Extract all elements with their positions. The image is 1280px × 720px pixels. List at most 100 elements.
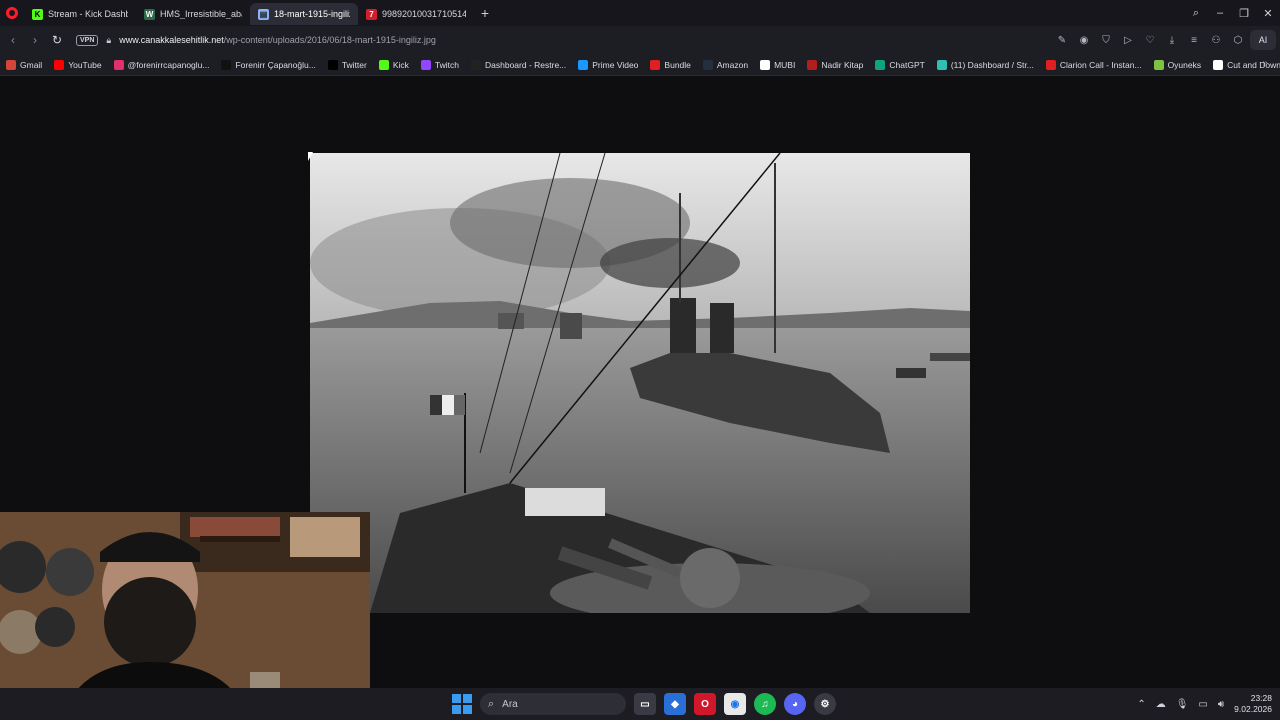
browser-window: K Stream - Kick Dashboard W HMS_Irresist… bbox=[0, 0, 1280, 720]
bookmark-item[interactable]: Amazon bbox=[702, 59, 749, 70]
bookmark-favicon-icon bbox=[113, 59, 124, 70]
clock-time: 23:28 bbox=[1250, 693, 1272, 703]
bookmark-item[interactable]: Forenirr Çapanoğlu... bbox=[221, 59, 316, 70]
bookmark-label: Amazon bbox=[716, 59, 749, 70]
bookmark-favicon-icon bbox=[6, 59, 16, 70]
bookmark-item[interactable]: ChatGPT bbox=[875, 59, 925, 70]
bookmark-label: Clarion Call - Instan... bbox=[1059, 59, 1142, 70]
bookmark-label: Cut and Download... bbox=[1227, 59, 1280, 70]
menu-icon[interactable]: ≡ bbox=[1184, 35, 1204, 46]
display-icon[interactable]: ▭ bbox=[1198, 699, 1207, 710]
bookmark-item[interactable]: Dashboard - Restre... bbox=[471, 59, 567, 70]
windows-taskbar: ⌕ Ara ▭ ◆ O ◉ ♫ ◕ ⚙ ⌃ ☁ 🎙︎ ▭ 🔊︎ 23:28 9.… bbox=[0, 688, 1280, 720]
bookmark-favicon-icon bbox=[875, 59, 886, 70]
bookmark-label: Prime Video bbox=[592, 59, 639, 70]
bookmark-favicon-icon bbox=[578, 59, 589, 70]
bookmark-item[interactable]: Cut and Download... bbox=[1213, 59, 1280, 70]
mouse-cursor-icon bbox=[308, 152, 313, 161]
new-tab-button[interactable]: + bbox=[474, 2, 496, 24]
windows-start-icon[interactable] bbox=[452, 694, 472, 714]
task-view-icon[interactable]: ▭ bbox=[634, 693, 656, 715]
bookmark-label: Forenirr Çapanoğlu... bbox=[235, 59, 316, 70]
url-field[interactable]: www.canakkalesehitlik.net/wp-content/upl… bbox=[119, 35, 436, 45]
tab-title: HMS_Irresistible_abando bbox=[160, 9, 242, 19]
bookmark-favicon-icon bbox=[1045, 59, 1056, 70]
tab-hms-irresistible[interactable]: W HMS_Irresistible_abando bbox=[136, 3, 250, 25]
play-icon[interactable]: ▷ bbox=[1118, 35, 1138, 46]
tab-image-active[interactable]: ▤ 18-mart-1915-ingiliz.jpg bbox=[250, 3, 358, 25]
spotify-icon[interactable]: ♫ bbox=[754, 693, 776, 715]
bookmark-favicon-icon bbox=[650, 59, 661, 70]
taskbar-search[interactable]: ⌕ Ara bbox=[480, 693, 626, 715]
bookmark-favicon-icon bbox=[760, 59, 771, 70]
shield-icon[interactable]: ⛉ bbox=[1096, 35, 1116, 46]
system-tray: ⌃ ☁ 🎙︎ ▭ 🔊︎ 23:28 9.02.2026 bbox=[1137, 688, 1272, 720]
tab-site-7[interactable]: 7 99892010031710514135 bbox=[358, 3, 474, 25]
bookmark-item[interactable]: Gmail bbox=[6, 59, 42, 70]
bookmark-item[interactable]: Clarion Call - Instan... bbox=[1045, 59, 1142, 70]
search-tabs-icon[interactable]: ⌕ bbox=[1184, 7, 1208, 20]
bookmark-item[interactable]: @forenirrcapanoglu... bbox=[113, 59, 210, 70]
minimize-button[interactable]: – bbox=[1208, 7, 1232, 19]
clock[interactable]: 23:28 9.02.2026 bbox=[1234, 693, 1272, 715]
forward-button[interactable]: › bbox=[24, 33, 46, 47]
vpn-badge[interactable]: VPN bbox=[76, 34, 99, 46]
bookmark-label: Oyuneks bbox=[1167, 59, 1202, 70]
bookmark-item[interactable]: MUBI bbox=[760, 59, 796, 70]
bookmark-label: ChatGPT bbox=[889, 59, 925, 70]
bookmark-item[interactable]: Oyuneks bbox=[1153, 59, 1202, 70]
bookmark-item[interactable]: Nadir Kitap bbox=[807, 59, 863, 70]
bookmark-favicon-icon bbox=[936, 59, 947, 70]
back-button[interactable]: ‹ bbox=[2, 33, 24, 47]
taskbar-apps: ⌕ Ara ▭ ◆ O ◉ ♫ ◕ ⚙ bbox=[452, 688, 836, 720]
bookmark-item[interactable]: YouTube bbox=[54, 59, 102, 70]
bookmark-list: Gmail YouTube @forenirrcapanoglu... Forenir… bbox=[6, 59, 1280, 70]
edit-icon[interactable]: ✎ bbox=[1052, 35, 1072, 46]
bookmarks-more-icon[interactable]: » bbox=[1262, 58, 1268, 69]
bookmark-label: Twitter bbox=[341, 59, 367, 70]
reload-button[interactable]: ↻ bbox=[46, 33, 68, 47]
opera-logo-icon[interactable] bbox=[0, 0, 24, 26]
microphone-icon[interactable]: 🎙︎ bbox=[1176, 699, 1189, 710]
opera-gx-icon[interactable]: O bbox=[694, 693, 716, 715]
address-bar: ‹ › ↻ VPN 🔒︎ www.canakkalesehitlik.net/w… bbox=[0, 26, 1280, 54]
download-icon[interactable]: ⤓ bbox=[1162, 35, 1182, 46]
bookmark-label: MUBI bbox=[774, 59, 796, 70]
bookmark-item[interactable]: Twitter bbox=[327, 59, 367, 70]
bookmark-item[interactable]: Twitch bbox=[420, 59, 459, 70]
tray-chevron-icon[interactable]: ⌃ bbox=[1137, 699, 1145, 710]
settings-icon[interactable]: ⚙ bbox=[814, 693, 836, 715]
cloud-icon[interactable]: ☁ bbox=[1156, 699, 1166, 710]
bookmark-favicon-icon bbox=[327, 59, 338, 70]
bookmark-favicon-icon bbox=[221, 59, 232, 70]
lock-icon[interactable]: 🔒︎ bbox=[106, 35, 111, 46]
profile-icon[interactable]: ⚇ bbox=[1206, 35, 1226, 46]
bookmarks-bar: Gmail YouTube @forenirrcapanoglu... Forenir… bbox=[0, 54, 1280, 76]
extensions-icon[interactable]: ⬡ bbox=[1228, 35, 1248, 46]
bookmark-item[interactable]: Bundle bbox=[650, 59, 691, 70]
camera-icon[interactable]: ◉ bbox=[1074, 35, 1094, 46]
battleship-photo[interactable] bbox=[310, 153, 970, 613]
kick-icon: K bbox=[32, 8, 43, 20]
tab-strip: K Stream - Kick Dashboard W HMS_Irresist… bbox=[0, 0, 1280, 26]
volume-icon[interactable]: 🔊︎ bbox=[1218, 699, 1224, 710]
bookmark-item[interactable]: Kick bbox=[378, 59, 409, 70]
heart-icon[interactable]: ♡ bbox=[1140, 35, 1160, 46]
tab-kick-dashboard[interactable]: K Stream - Kick Dashboard bbox=[24, 3, 136, 25]
ai-button[interactable]: AI bbox=[1250, 30, 1276, 50]
discord-icon[interactable]: ◕ bbox=[784, 693, 806, 715]
wiki-icon: W bbox=[144, 8, 155, 20]
chrome-icon[interactable]: ◉ bbox=[724, 693, 746, 715]
bookmark-item[interactable]: Prime Video bbox=[578, 59, 639, 70]
restore-button[interactable]: ❐ bbox=[1232, 7, 1256, 20]
bookmark-item[interactable]: (11) Dashboard / Str... bbox=[936, 59, 1034, 70]
copilot-icon[interactable]: ◆ bbox=[664, 693, 686, 715]
bookmark-label: Dashboard - Restre... bbox=[485, 59, 567, 70]
search-icon: ⌕ bbox=[488, 697, 495, 710]
bookmark-favicon-icon bbox=[471, 59, 481, 70]
bookmark-label: (11) Dashboard / Str... bbox=[950, 59, 1034, 70]
bookmark-label: @forenirrcapanoglu... bbox=[127, 59, 210, 70]
close-button[interactable]: ✕ bbox=[1256, 7, 1280, 20]
tab-title: 99892010031710514135 bbox=[382, 9, 466, 19]
url-domain: www.canakkalesehitlik.net bbox=[119, 35, 224, 45]
